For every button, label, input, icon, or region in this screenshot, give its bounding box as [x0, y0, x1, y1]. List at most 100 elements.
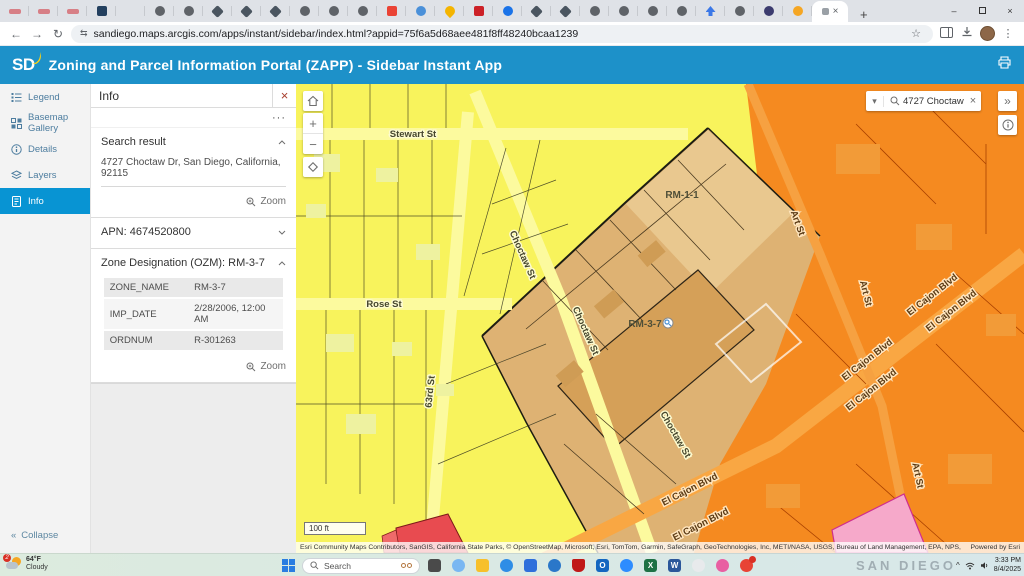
taskbar-icon-word[interactable]: W — [667, 558, 682, 573]
taskbar-icon-task-view[interactable] — [427, 558, 442, 573]
browser-tab[interactable] — [232, 1, 261, 21]
reload-button[interactable]: ↻ — [50, 27, 66, 41]
browser-tab[interactable] — [464, 1, 493, 21]
taskbar-icon-copilot[interactable] — [451, 558, 466, 573]
browser-tab[interactable] — [58, 1, 87, 21]
search-result-zoom-link[interactable]: Zoom — [101, 196, 286, 207]
browser-tab[interactable] — [638, 1, 667, 21]
start-button[interactable] — [282, 559, 295, 572]
taskbar-icon-clock[interactable] — [691, 558, 706, 573]
browser-tab[interactable] — [145, 1, 174, 21]
bookmark-star-icon[interactable]: ☆ — [908, 27, 924, 40]
sidebar-item-layers[interactable]: Layers — [0, 162, 90, 188]
paint-tool-icon — [716, 559, 729, 572]
search-clear-icon[interactable]: × — [965, 95, 981, 107]
print-icon[interactable] — [997, 56, 1012, 74]
side-panel-icon[interactable] — [938, 27, 954, 41]
browser-tab[interactable] — [580, 1, 609, 21]
profile-avatar[interactable] — [980, 26, 995, 41]
map-view[interactable]: Stewart St Rose St 63rd St Choctaw St Ch… — [296, 84, 1024, 553]
home-button[interactable] — [303, 91, 323, 111]
taskbar-icon-edge[interactable] — [499, 558, 514, 573]
taskbar-icon-paint-tool[interactable] — [715, 558, 730, 573]
map-info-button[interactable] — [998, 115, 1017, 135]
url-text[interactable]: sandiego.maps.arcgis.com/apps/instant/si… — [94, 28, 902, 40]
site-settings-icon[interactable]: ⇆ — [80, 28, 88, 39]
close-window-button[interactable]: × — [996, 6, 1024, 16]
task-view-icon — [428, 559, 441, 572]
sd-logo: SD — [12, 55, 35, 75]
search-source-dropdown[interactable]: ▾ — [866, 96, 884, 107]
sidebar-item-basemap-gallery[interactable]: Basemap Gallery — [0, 110, 90, 136]
browser-tab[interactable] — [783, 1, 812, 21]
chevron-up-icon[interactable] — [278, 261, 286, 266]
collapse-button[interactable]: « Collapse — [11, 530, 58, 541]
browser-tab[interactable] — [725, 1, 754, 21]
zoom-out-button[interactable]: − — [303, 134, 323, 154]
taskbar-search[interactable]: Search — [302, 558, 420, 574]
search-expand-button[interactable]: » — [998, 91, 1017, 111]
taskbar-icon-excel[interactable]: X — [643, 558, 658, 573]
active-tab[interactable]: × — [812, 1, 848, 22]
panel-close-button[interactable]: × — [272, 84, 296, 108]
clock[interactable]: 3:33 PM 8/4/2025 — [994, 557, 1021, 574]
browser-tab[interactable] — [0, 1, 29, 21]
sidebar-item-label: Info — [28, 196, 44, 207]
globe-tab-favicon — [590, 6, 600, 16]
volume-icon[interactable] — [980, 561, 989, 570]
wifi-icon[interactable] — [965, 562, 975, 570]
browser-tab[interactable] — [406, 1, 435, 21]
sidebar-item-legend[interactable]: Legend — [0, 84, 90, 110]
back-button[interactable]: ← — [8, 27, 24, 41]
taskbar-icon-chrome[interactable] — [739, 558, 754, 573]
taskbar-icon-mcafee[interactable] — [571, 558, 586, 573]
browser-menu-icon[interactable]: ⋮ — [1000, 27, 1016, 40]
sidebar-item-details[interactable]: Details — [0, 136, 90, 162]
browser-tab[interactable] — [203, 1, 232, 21]
forward-button[interactable]: → — [29, 27, 45, 41]
zoom-in-button[interactable]: + — [303, 113, 323, 134]
browser-tab[interactable] — [609, 1, 638, 21]
browser-tab[interactable] — [319, 1, 348, 21]
browser-tab[interactable] — [348, 1, 377, 21]
browser-tab[interactable] — [493, 1, 522, 21]
browser-tab[interactable] — [551, 1, 580, 21]
pinned-tab-favicon — [9, 9, 21, 14]
taskbar-icon-outlook[interactable]: O — [595, 558, 610, 573]
browser-tab[interactable] — [174, 1, 203, 21]
locate-button[interactable] — [303, 157, 323, 177]
browser-tab[interactable] — [522, 1, 551, 21]
taskbar-icon-microsoft-store[interactable] — [523, 558, 538, 573]
taskbar-icon-dell[interactable] — [547, 558, 562, 573]
time: 3:33 PM — [994, 557, 1021, 565]
new-tab-button[interactable]: + — [856, 7, 872, 22]
browser-tab[interactable] — [29, 1, 58, 21]
tray-chevron-icon[interactable]: ^ — [956, 561, 960, 570]
chevron-up-icon[interactable] — [278, 140, 286, 145]
weather-widget[interactable]: 2 64°F Cloudy — [6, 556, 48, 572]
zone-zoom-link[interactable]: Zoom — [101, 361, 286, 372]
options-menu-icon[interactable]: ··· — [272, 112, 286, 124]
sidebar-item-info[interactable]: Info — [0, 188, 90, 214]
microsoft-store-icon — [524, 559, 537, 572]
map-search-input[interactable] — [903, 96, 965, 107]
browser-tab[interactable] — [435, 1, 464, 21]
details-icon — [11, 144, 22, 155]
taskbar-icon-zoom[interactable] — [619, 558, 634, 573]
tab-close-icon[interactable]: × — [833, 7, 839, 17]
minimize-button[interactable]: – — [940, 6, 968, 16]
browser-tab[interactable] — [667, 1, 696, 21]
browser-tab[interactable] — [696, 1, 725, 21]
browser-tab[interactable] — [754, 1, 783, 21]
browser-tab[interactable] — [290, 1, 319, 21]
browser-tab[interactable] — [377, 1, 406, 21]
url-bar[interactable]: ⇆ sandiego.maps.arcgis.com/apps/instant/… — [71, 25, 933, 43]
browser-tab[interactable] — [261, 1, 290, 21]
chevron-down-icon[interactable] — [278, 230, 286, 235]
browser-tab[interactable] — [116, 1, 145, 21]
search-doodle-icon — [401, 563, 412, 568]
maximize-button[interactable] — [968, 6, 996, 16]
browser-tab[interactable] — [87, 1, 116, 21]
taskbar-icon-file-explorer[interactable] — [475, 558, 490, 573]
downloads-icon[interactable] — [959, 26, 975, 41]
